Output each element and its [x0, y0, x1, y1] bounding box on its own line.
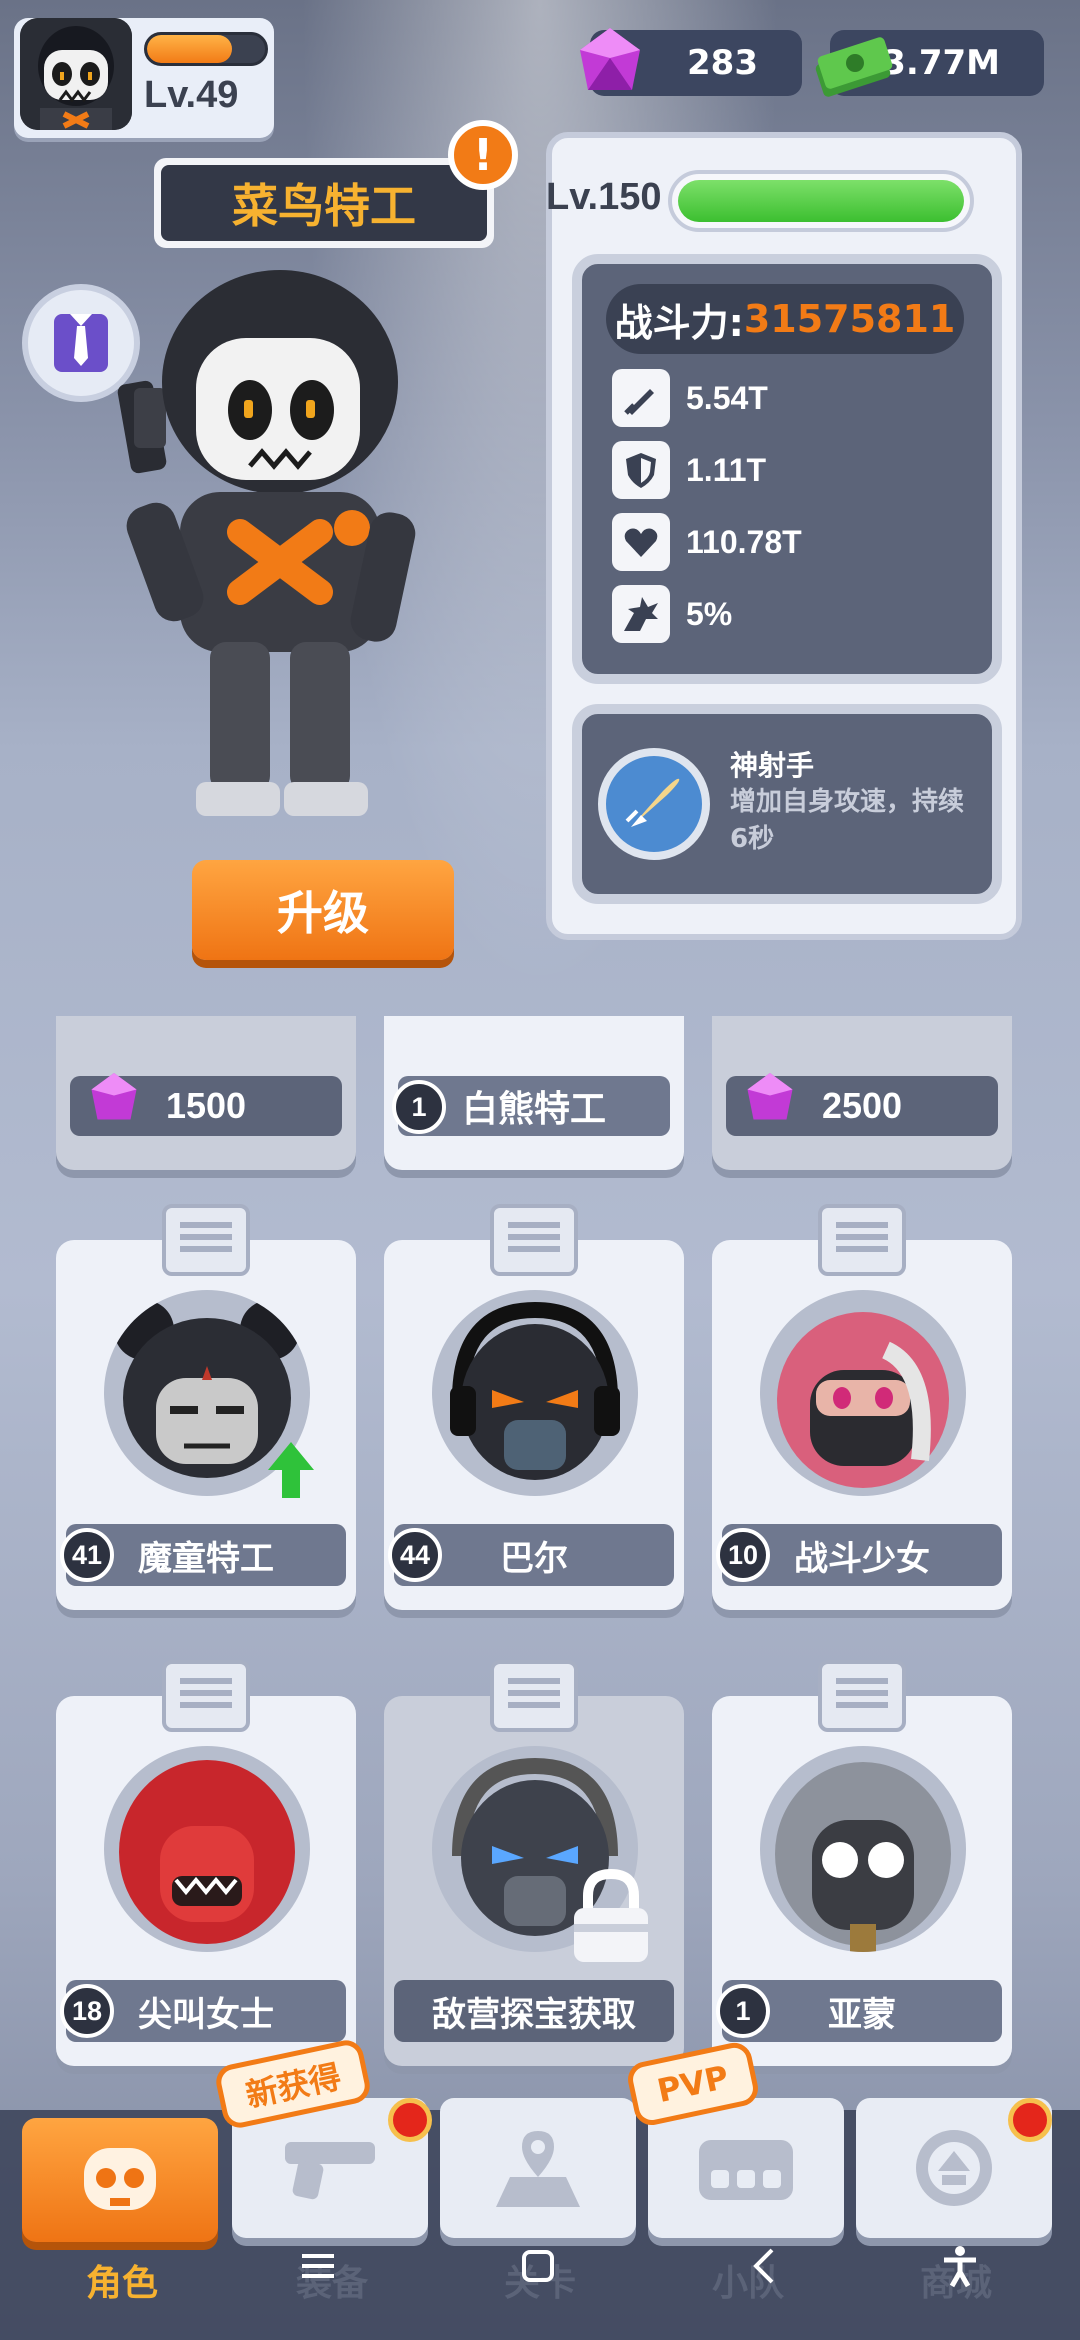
gun-icon	[285, 2142, 375, 2200]
cash-icon	[815, 37, 893, 97]
character-card-screaming-lady[interactable]: 18 尖叫女士	[56, 1660, 356, 2066]
power-value: 31575811	[743, 297, 956, 341]
unlock-source: 敌营探宝获取	[432, 1994, 636, 2035]
skill-description: 增加自身攻速，持续6秒	[730, 787, 965, 854]
skull-icon	[84, 2148, 156, 2210]
stat-row-defense: 1.11T	[612, 440, 766, 500]
character-portrait	[760, 1746, 966, 1952]
upgrade-button[interactable]: 升级	[192, 860, 454, 960]
character-portrait	[432, 1290, 638, 1496]
accessibility-icon[interactable]	[938, 2244, 982, 2299]
hero-level: Lv.150	[546, 176, 662, 218]
gem-icon	[747, 1073, 793, 1120]
card-clip	[162, 1204, 250, 1276]
gem-counter[interactable]: 283	[580, 28, 802, 96]
hero-name-plate: 菜鸟特工	[154, 158, 494, 248]
power-label: 战斗力:	[614, 300, 744, 345]
upgrade-arrow-icon	[268, 1442, 314, 1498]
nav-tab-stages[interactable]	[440, 2098, 636, 2238]
character-label: 18 尖叫女士	[60, 1980, 346, 2042]
character-card-battle-girl[interactable]: 10 战斗少女	[712, 1204, 1012, 1610]
character-name: 尖叫女士	[138, 1994, 274, 2035]
lock-icon	[574, 1868, 648, 1962]
squad-icon	[699, 2140, 793, 2200]
character-card-mo-tong[interactable]: 41 魔童特工	[56, 1204, 356, 1610]
stat-row-crit: 5%	[612, 584, 732, 644]
character-label: 44 巴尔	[388, 1524, 674, 1586]
player-xp-bar	[144, 32, 268, 66]
character-card-partial-3[interactable]: 2500	[712, 1016, 1012, 1170]
stat-value-attack: 5.54T	[686, 379, 768, 416]
shop-icon	[916, 2130, 992, 2206]
recent-apps-icon[interactable]	[296, 2244, 340, 2299]
bullet-icon	[612, 369, 670, 427]
map-icon	[496, 2131, 580, 2207]
gem-icon	[580, 28, 640, 90]
card-clip	[490, 1204, 578, 1276]
nav-label-role: 角色	[86, 2263, 159, 2304]
character-name: 战斗少女	[794, 1538, 930, 1579]
character-card-locked[interactable]: 敌营探宝获取	[384, 1660, 684, 2066]
character-card-yameng[interactable]: 1 亚蒙	[712, 1660, 1012, 2066]
sharpshooter-skill-icon[interactable]	[598, 748, 710, 860]
heart-icon	[612, 513, 670, 571]
price-value: 1500	[165, 1085, 247, 1126]
card-clip	[818, 1204, 906, 1276]
level-badge: 1	[716, 1984, 770, 2038]
level-badge: 44	[388, 1528, 442, 1582]
bullet-skill-icon	[625, 778, 680, 827]
character-label: 10 战斗少女	[716, 1524, 1002, 1586]
hero-level-bar	[668, 170, 974, 232]
stat-row-attack: 5.54T	[612, 368, 768, 428]
cash-counter[interactable]: 13.77M	[815, 30, 1044, 97]
price-value: 2500	[821, 1085, 903, 1126]
price-label[interactable]: 1500	[70, 1073, 342, 1136]
player-level: Lv.49	[144, 74, 239, 116]
level-badge: 18	[60, 1984, 114, 2038]
crit-icon	[612, 585, 670, 643]
shield-icon	[612, 441, 670, 499]
stat-row-health: 110.78T	[612, 512, 802, 572]
home-icon[interactable]	[516, 2244, 560, 2299]
power-row: 战斗力: 31575811	[606, 284, 964, 354]
price-label[interactable]: 2500	[726, 1073, 998, 1136]
player-xp-fill	[147, 35, 232, 63]
card-clip	[490, 1660, 578, 1732]
card-clip	[162, 1660, 250, 1732]
character-name: 亚蒙	[828, 1994, 896, 2035]
card-clip	[818, 1660, 906, 1732]
character-name: 巴尔	[500, 1538, 568, 1579]
level-badge: 1	[392, 1080, 446, 1134]
character-label: 敌营探宝获取	[394, 1980, 674, 2042]
character-label: 41 魔童特工	[60, 1524, 346, 1586]
back-icon[interactable]	[744, 2244, 788, 2299]
level-badge: 10	[716, 1528, 770, 1582]
equipment-notification-dot	[388, 2098, 432, 2142]
name-label: 1 白熊特工	[392, 1076, 670, 1136]
stat-value-defense: 1.11T	[686, 451, 767, 488]
hero-character-model	[117, 270, 416, 816]
level-badge: 41	[60, 1528, 114, 1582]
shop-notification-dot	[1008, 2098, 1052, 2142]
character-portrait	[760, 1290, 966, 1496]
character-label: 1 亚蒙	[716, 1980, 1002, 2042]
gem-count: 283	[687, 43, 758, 83]
skill-name: 神射手	[730, 749, 815, 782]
character-name: 白熊特工	[461, 1088, 606, 1129]
player-card[interactable]: Lv.49	[14, 18, 274, 138]
hero-level-fill	[678, 180, 964, 222]
stat-value-health: 110.78T	[686, 523, 802, 560]
character-portrait	[104, 1746, 310, 1952]
skull-avatar-icon	[20, 18, 132, 130]
alert-badge[interactable]: !	[448, 120, 518, 190]
hero-name: 菜鸟特工	[161, 165, 487, 241]
nav-tab-role[interactable]	[22, 2118, 218, 2242]
character-card-partial-2[interactable]: 1 白熊特工	[384, 1016, 684, 1170]
character-card-partial-1[interactable]: 1500	[56, 1016, 356, 1170]
gem-icon	[91, 1073, 137, 1120]
character-card-ba-er[interactable]: 44 巴尔	[384, 1204, 684, 1610]
stat-value-crit: 5%	[686, 595, 733, 632]
character-name: 魔童特工	[138, 1538, 274, 1579]
player-avatar[interactable]	[20, 18, 132, 130]
